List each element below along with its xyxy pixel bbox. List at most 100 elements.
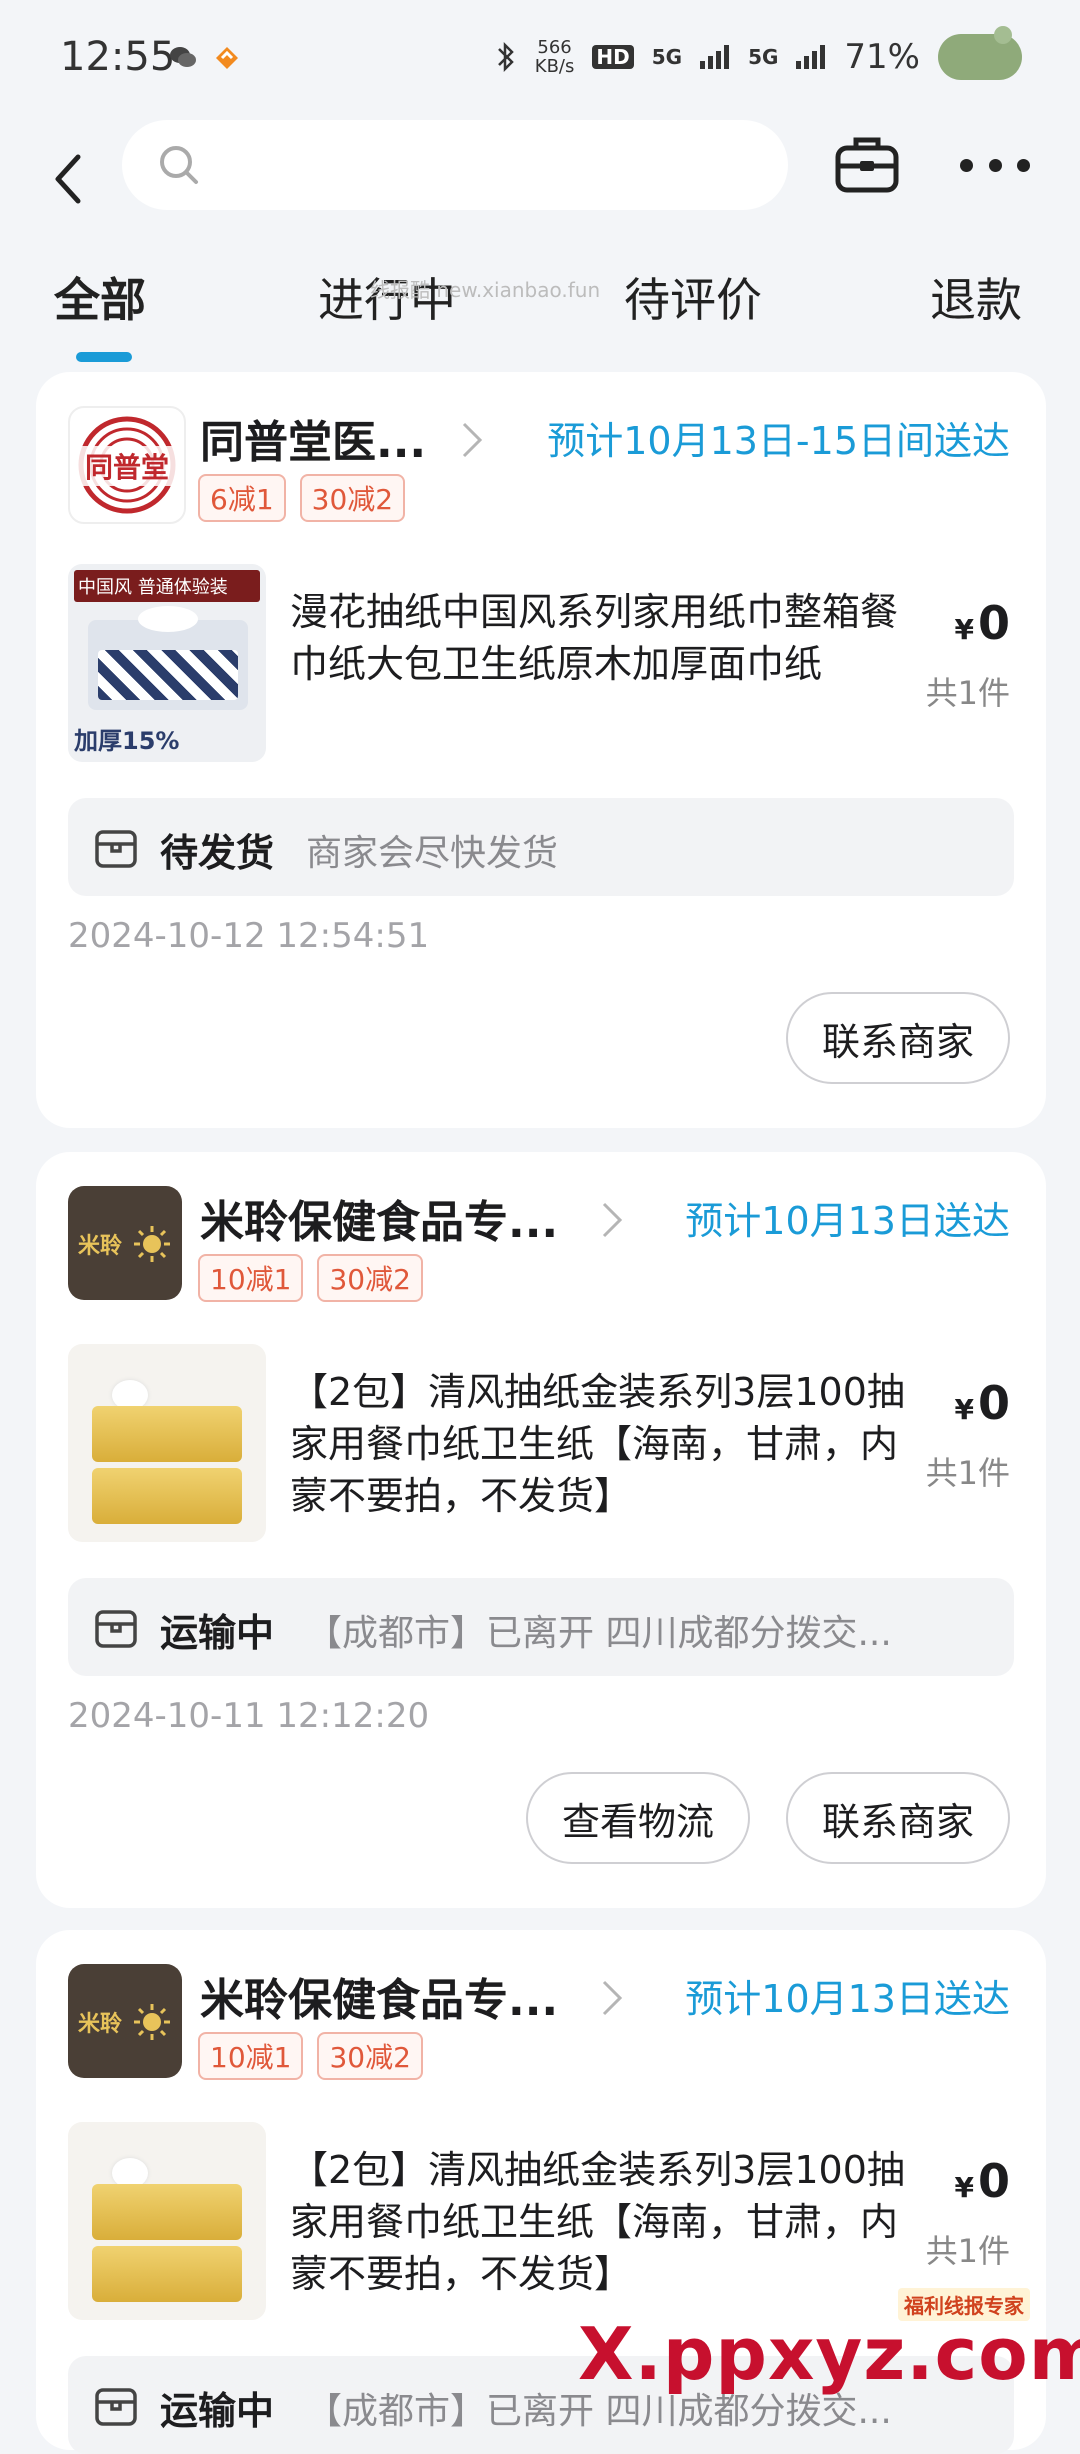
product-image-label: 中国风 普通体验装 bbox=[74, 570, 260, 602]
price-value: 0 bbox=[977, 2154, 1010, 2208]
contact-seller-button[interactable]: 联系商家 bbox=[785, 1772, 1010, 1864]
contact-seller-button[interactable]: 联系商家 bbox=[785, 992, 1010, 1084]
battery-icon bbox=[938, 26, 1022, 80]
shipping-status-label: 运输中 bbox=[160, 2389, 275, 2433]
more-options-button[interactable] bbox=[960, 130, 1030, 200]
more-dot-icon bbox=[1017, 158, 1030, 172]
order-card: 米聆 米聆保健食品专... 预计10月13日送达 10减1 30减2 【2包】清… bbox=[36, 1152, 1046, 1908]
product-image[interactable]: 中国风 普通体验装 加厚15% bbox=[68, 564, 266, 762]
tab-to-review[interactable]: 待评价 bbox=[624, 264, 762, 330]
shop-logo[interactable]: 同普堂 bbox=[68, 406, 186, 524]
bluetooth-icon bbox=[497, 41, 514, 73]
watermark-logo: 福利线报专家 X.ppxyz.com bbox=[578, 2288, 1080, 2396]
product-quantity: 共1件 bbox=[925, 1454, 1010, 1492]
shipping-status-box[interactable]: 待发货 商家会尽快发货 bbox=[68, 798, 1014, 896]
package-icon bbox=[95, 2388, 137, 2426]
shop-logo-text: 米聆 bbox=[78, 1234, 123, 1259]
currency-symbol: ¥ bbox=[954, 613, 974, 646]
shipping-status-box[interactable]: 运输中 【成都市】已离开 四川成都分拨交... bbox=[68, 1578, 1014, 1676]
chevron-right-icon[interactable] bbox=[600, 1200, 624, 1240]
status-time: 12:55 bbox=[60, 34, 176, 80]
product-price: ¥0 bbox=[955, 596, 1011, 650]
package-icon bbox=[95, 830, 137, 868]
signal-5g-2: 5G bbox=[748, 45, 779, 69]
shipping-status-desc: 【成都市】已离开 四川成都分拨交... bbox=[306, 1613, 892, 1654]
product-quantity: 共1件 bbox=[925, 2232, 1010, 2270]
chevron-right-icon[interactable] bbox=[600, 1978, 624, 2018]
product-quantity: 共1件 bbox=[925, 674, 1010, 712]
promo-tag: 30减2 bbox=[317, 2032, 423, 2080]
hd-badge: HD bbox=[592, 45, 634, 69]
promo-tag: 30减2 bbox=[299, 474, 406, 522]
more-dot-icon bbox=[960, 158, 973, 172]
tissue-pack-graphic bbox=[92, 2184, 242, 2240]
shop-logo[interactable]: 米聆 bbox=[68, 1186, 182, 1300]
product-title[interactable]: 【2包】清风抽纸金装系列3层100抽家用餐巾纸卫生纸【海南，甘肃，内蒙不要拍，不… bbox=[290, 2144, 930, 2300]
shipping-status-label: 运输中 bbox=[160, 1611, 275, 1655]
product-image[interactable] bbox=[68, 1344, 266, 1542]
back-button[interactable] bbox=[38, 134, 98, 224]
shop-logo-text: 米聆 bbox=[78, 2012, 123, 2037]
toolbox-button[interactable] bbox=[832, 130, 902, 200]
status-right-group: 566 KB/s HD 5G 5G 71% bbox=[495, 26, 1022, 80]
product-image-sub: 加厚15% bbox=[74, 727, 180, 755]
promo-tags: 6减1 30减2 bbox=[198, 474, 406, 522]
shop-name[interactable]: 米聆保健食品专... bbox=[200, 1186, 558, 1250]
shop-logo-text: 同普堂 bbox=[70, 446, 184, 486]
shop-name[interactable]: 同普堂医... bbox=[200, 406, 426, 470]
promo-tag: 30减2 bbox=[317, 1254, 423, 1302]
watermark-text: 线报酷 new.xianbao.fun bbox=[370, 278, 601, 302]
search-input[interactable] bbox=[212, 138, 766, 194]
order-card: 同普堂 同普堂医... 预计10月13日-15日间送达 6减1 30减2 中国风… bbox=[36, 372, 1046, 1128]
signal-5g-1: 5G bbox=[651, 45, 683, 69]
signal-bars-icon bbox=[700, 45, 730, 69]
price-value: 0 bbox=[977, 596, 1010, 650]
watermark-text: X.ppxyz.com bbox=[578, 2312, 1080, 2396]
view-logistics-button[interactable]: 查看物流 bbox=[525, 1772, 750, 1864]
shop-name[interactable]: 米聆保健食品专... bbox=[200, 1964, 558, 2028]
tissue-box-graphic bbox=[88, 606, 248, 710]
wechat-icon bbox=[170, 47, 196, 67]
promo-tag: 10减1 bbox=[198, 2032, 304, 2080]
app-notification-icon bbox=[216, 47, 238, 69]
signal-bars-icon-2 bbox=[796, 45, 826, 69]
toolbox-icon bbox=[835, 137, 899, 193]
product-price: ¥0 bbox=[955, 1376, 1011, 1430]
promo-tag: 6减1 bbox=[198, 474, 286, 522]
sun-logo-icon bbox=[134, 1226, 170, 1262]
product-title[interactable]: 【2包】清风抽纸金装系列3层100抽家用餐巾纸卫生纸【海南，甘肃，内蒙不要拍，不… bbox=[290, 1366, 930, 1522]
tab-all[interactable]: 全部 bbox=[54, 264, 146, 330]
back-arrow-icon bbox=[55, 154, 81, 204]
promo-tags: 10减1 30减2 bbox=[198, 1254, 423, 1302]
order-time: 2024-10-12 12:54:51 bbox=[68, 916, 430, 956]
order-tabs: 全部 进行中 待评价 退款 线报酷 new.xianbao.fun bbox=[0, 250, 1080, 362]
chevron-right-icon[interactable] bbox=[460, 420, 484, 460]
status-bar: 12:55 566 KB/s HD 5G 5G 71% bbox=[0, 0, 1080, 120]
product-title[interactable]: 漫花抽纸中国风系列家用纸巾整箱餐巾纸大包卫生纸原木加厚面巾纸 bbox=[290, 586, 930, 690]
search-bar[interactable] bbox=[122, 120, 788, 210]
tab-refund[interactable]: 退款 bbox=[930, 264, 1022, 330]
product-image[interactable] bbox=[68, 2122, 266, 2320]
promo-tag: 10减1 bbox=[198, 1254, 304, 1302]
price-value: 0 bbox=[977, 1376, 1010, 1430]
shipping-status-label: 待发货 bbox=[160, 831, 275, 875]
tissue-pack-graphic bbox=[92, 1406, 242, 1462]
order-time: 2024-10-11 12:12:20 bbox=[68, 1696, 430, 1736]
net-speed-unit: KB/s bbox=[534, 56, 575, 77]
tissue-pack-graphic bbox=[92, 2246, 242, 2302]
shop-logo[interactable]: 米聆 bbox=[68, 1964, 182, 2078]
search-icon bbox=[160, 146, 198, 184]
product-price: ¥0 bbox=[955, 2154, 1011, 2208]
tab-active-indicator bbox=[76, 352, 132, 362]
delivery-estimate: 预计10月13日送达 bbox=[685, 1977, 1010, 2021]
header bbox=[0, 120, 1080, 240]
sun-logo-icon bbox=[134, 2004, 170, 2040]
net-speed-value: 566 bbox=[537, 37, 572, 58]
tissue-pack-graphic bbox=[92, 1468, 242, 1524]
delivery-estimate: 预计10月13日送达 bbox=[685, 1199, 1010, 1243]
shipping-status-desc: 商家会尽快发货 bbox=[306, 833, 559, 874]
package-icon bbox=[95, 1610, 137, 1648]
more-dot-icon bbox=[988, 158, 1002, 172]
status-notification-icons bbox=[168, 42, 242, 72]
delivery-estimate: 预计10月13日-15日间送达 bbox=[547, 419, 1010, 463]
